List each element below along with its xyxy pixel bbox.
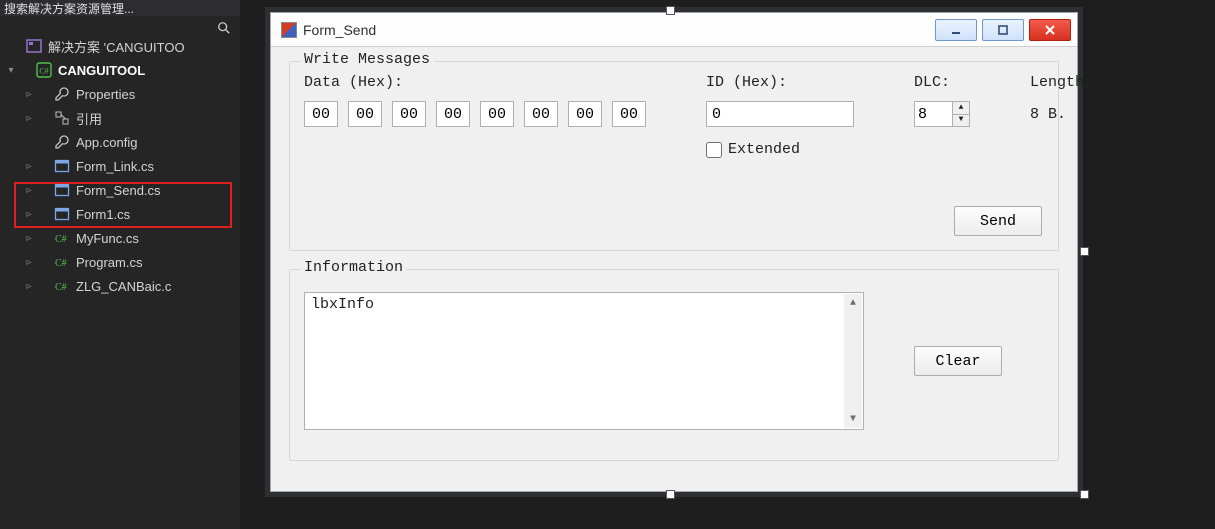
chevron-right-icon[interactable]: ▹: [22, 87, 36, 101]
minimize-button[interactable]: [935, 19, 977, 41]
solution-label: 解决方案 'CANGUITOO: [48, 37, 185, 56]
svg-text:C#: C#: [55, 258, 67, 269]
group-write-messages: Write Messages Data (Hex): ID (Hex): Ext…: [289, 61, 1059, 251]
tree-item-label: Form_Link.cs: [76, 159, 154, 174]
label-length: Length:: [1030, 74, 1093, 91]
cs-icon: C#: [52, 228, 72, 248]
data-byte-7[interactable]: [612, 101, 646, 127]
tree-item-app-config[interactable]: App.config: [0, 130, 240, 154]
extended-checkbox[interactable]: [706, 142, 722, 158]
tree-item-properties[interactable]: ▹ Properties: [0, 82, 240, 106]
selection-handle-top[interactable]: [666, 6, 675, 15]
data-byte-3[interactable]: [436, 101, 470, 127]
listbox-placeholder: lbxInfo: [311, 296, 374, 313]
group-info-label: Information: [300, 259, 407, 276]
group-information: Information lbxInfo ▲ ▼ Clear: [289, 269, 1059, 461]
form-icon: [52, 180, 72, 200]
search-icon[interactable]: [214, 18, 234, 38]
dlc-input[interactable]: [914, 101, 952, 127]
tree-item-program-cs[interactable]: ▹ C# Program.cs: [0, 250, 240, 274]
scroll-down-button[interactable]: ▼: [844, 410, 862, 428]
tree-item-form1-cs[interactable]: ▹ Form1.cs: [0, 202, 240, 226]
close-button[interactable]: [1029, 19, 1071, 41]
chevron-right-icon[interactable]: ▹: [22, 255, 36, 269]
label-data-hex: Data (Hex):: [304, 74, 646, 91]
data-byte-4[interactable]: [480, 101, 514, 127]
chevron-right-icon[interactable]: ▹: [22, 231, 36, 245]
length-value: 8 B.: [1030, 101, 1093, 127]
tree-item-zlg-canbaic-c[interactable]: ▹ C# ZLG_CANBaic.c: [0, 274, 240, 298]
chevron-right-icon[interactable]: ▹: [22, 183, 36, 197]
data-byte-0[interactable]: [304, 101, 338, 127]
chevron-right-icon[interactable]: ▹: [22, 111, 36, 125]
project-label: CANGUITOOL: [58, 63, 145, 78]
listbox-scrollbar[interactable]: ▲ ▼: [844, 294, 862, 428]
info-listbox[interactable]: lbxInfo ▲ ▼: [304, 292, 864, 430]
data-byte-1[interactable]: [348, 101, 382, 127]
window-titlebar[interactable]: Form_Send: [271, 13, 1077, 47]
app-icon: [281, 22, 297, 38]
data-byte-5[interactable]: [524, 101, 558, 127]
tree-item-form-send-cs[interactable]: ▹ Form_Send.cs: [0, 178, 240, 202]
svg-text:C#: C#: [55, 282, 67, 293]
tree-item-label: Form1.cs: [76, 207, 130, 222]
chevron-right-icon[interactable]: ▹: [22, 279, 36, 293]
chevron-right-icon[interactable]: ▹: [22, 159, 36, 173]
tree-item-myfunc-cs[interactable]: ▹ C# MyFunc.cs: [0, 226, 240, 250]
svg-text:C#: C#: [55, 234, 67, 245]
dlc-down-button[interactable]: ▼: [953, 115, 969, 127]
form-icon: [52, 156, 72, 176]
tree-item-form-link-cs[interactable]: ▹ Form_Link.cs: [0, 154, 240, 178]
group-write-label: Write Messages: [300, 51, 434, 68]
send-button[interactable]: Send: [954, 206, 1042, 236]
data-byte-2[interactable]: [392, 101, 426, 127]
tree-item-label: Program.cs: [76, 255, 142, 270]
tree-item-label: 引用: [76, 109, 102, 128]
tree-item-label: MyFunc.cs: [76, 231, 139, 246]
form-icon: [52, 204, 72, 224]
data-byte-row: [304, 101, 646, 127]
svg-text:C#: C#: [39, 67, 48, 76]
csharp-project-icon: C#: [34, 60, 54, 80]
solution-tree: 解决方案 'CANGUITOO ▾ C# CANGUITOOL ▹ Propert…: [0, 16, 240, 298]
tree-item-label: App.config: [76, 135, 137, 150]
solution-explorer: 搜索解决方案资源管理... 解决方案 'CANGUITOO ▾ C# CANGU…: [0, 0, 240, 529]
tree-item-label: Properties: [76, 87, 135, 102]
form-body: Write Messages Data (Hex): ID (Hex): Ext…: [271, 47, 1077, 493]
form-send-window: Form_Send Write Messages: [270, 12, 1078, 492]
ref-icon: [52, 108, 72, 128]
cs-icon: C#: [52, 276, 72, 296]
selection-handle-bottom[interactable]: [666, 490, 675, 499]
data-byte-6[interactable]: [568, 101, 602, 127]
solution-icon: [24, 36, 44, 56]
form-designer-surface: Form_Send Write Messages: [240, 0, 1215, 529]
label-dlc: DLC:: [914, 74, 970, 91]
clear-button[interactable]: Clear: [914, 346, 1002, 376]
selection-handle-right[interactable]: [1080, 247, 1089, 256]
selection-handle-corner[interactable]: [1080, 490, 1089, 499]
label-id-hex: ID (Hex):: [706, 74, 854, 91]
dlc-stepper[interactable]: ▲ ▼: [914, 101, 970, 127]
maximize-button[interactable]: [982, 19, 1024, 41]
project-node[interactable]: ▾ C# CANGUITOOL: [0, 58, 240, 82]
wrench-icon: [52, 132, 72, 152]
tree-item--[interactable]: ▹ 引用: [0, 106, 240, 130]
chevron-down-icon[interactable]: ▾: [4, 63, 18, 77]
id-input[interactable]: [706, 101, 854, 127]
chevron-right-icon[interactable]: ▹: [22, 207, 36, 221]
solution-node[interactable]: 解决方案 'CANGUITOO: [0, 34, 240, 58]
search-solution-text: 搜索解决方案资源管理...: [4, 2, 134, 16]
scroll-up-button[interactable]: ▲: [844, 294, 862, 312]
cs-icon: C#: [52, 252, 72, 272]
search-solution-bar[interactable]: 搜索解决方案资源管理...: [0, 0, 240, 16]
wrench-icon: [52, 84, 72, 104]
tree-item-label: Form_Send.cs: [76, 183, 161, 198]
tree-item-label: ZLG_CANBaic.c: [76, 279, 171, 294]
dlc-up-button[interactable]: ▲: [953, 102, 969, 115]
extended-label: Extended: [728, 141, 800, 158]
window-title: Form_Send: [303, 22, 935, 38]
